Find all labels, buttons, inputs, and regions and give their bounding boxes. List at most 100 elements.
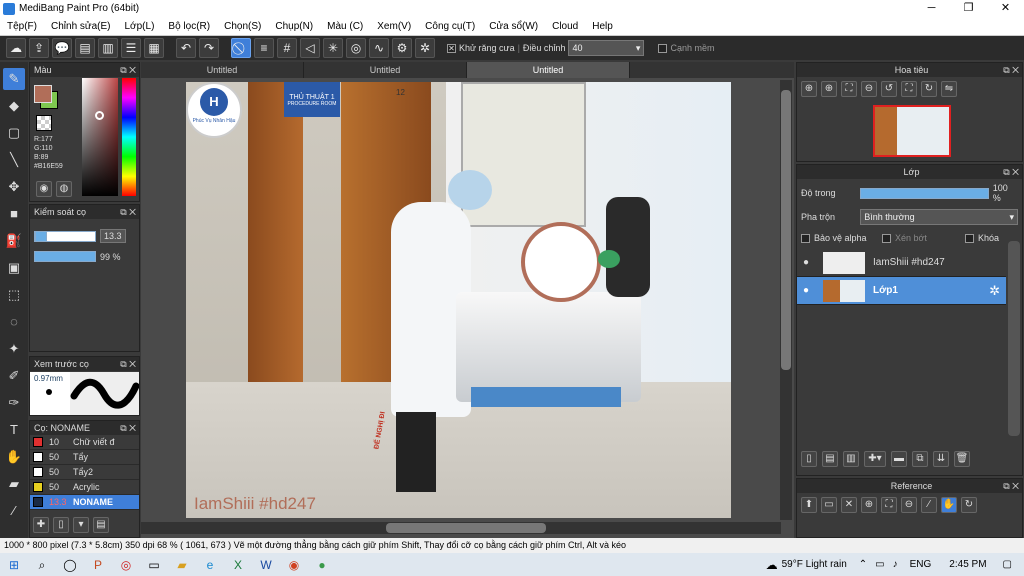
monitor-icon[interactable]: ▭ [143,556,165,574]
menu-edit[interactable]: Chỉnh sửa(E) [44,21,118,32]
panel-close-icon[interactable]: ⧉ ✕ [1003,165,1019,179]
excel-icon[interactable]: X [227,556,249,574]
close-button[interactable]: ✕ [987,0,1024,17]
medibang-icon[interactable]: ● [311,556,333,574]
menu-window[interactable]: Cửa sổ(W) [482,21,545,32]
move-tool-icon[interactable]: ✥ [3,176,25,198]
powerpoint-icon[interactable]: P [87,556,109,574]
rotate-icon[interactable]: ↻ [961,497,977,513]
fill-rect-tool-icon[interactable]: ■ [3,203,25,225]
eyedropper-icon[interactable]: ⁄ [921,497,937,513]
page-icon[interactable]: ▥ [98,38,118,58]
menu-select[interactable]: Chọn(S) [217,21,268,32]
reset-rotate-icon[interactable]: ⛶ [901,81,917,97]
tab-untitled-2[interactable]: Untitled [304,62,467,78]
eraser-tool-icon[interactable]: ◆ [3,95,25,117]
visibility-icon[interactable]: ● [797,285,815,296]
menu-cloud[interactable]: Cloud [545,21,585,32]
word-icon[interactable]: W [255,556,277,574]
horizontal-scroll-thumb[interactable] [386,523,546,533]
rotate-left-icon[interactable]: ↺ [881,81,897,97]
upload-icon[interactable]: ⇪ [29,38,49,58]
panel-close-icon[interactable]: ⧉ ✕ [1003,63,1019,77]
lock-checkbox[interactable] [965,233,974,243]
eyedropper-icon[interactable]: ⁄ [3,500,25,522]
tab-untitled-3[interactable]: Untitled [467,62,630,78]
radial-snap-icon[interactable]: ◁ [300,38,320,58]
explorer-icon[interactable]: ▰ [171,556,193,574]
weather-text[interactable]: 59°F Light rain [782,559,847,570]
cloud-icon[interactable]: ☁ [6,38,26,58]
add-layer-menu-icon[interactable]: ✚▾ [864,451,886,467]
brush-size-slider[interactable] [34,230,96,242]
fit-icon[interactable]: ⛶ [841,81,857,97]
menu-capture[interactable]: Chụp(N) [268,21,320,32]
menu-color[interactable]: Màu (C) [320,21,370,32]
menu-layer[interactable]: Lớp(L) [118,21,162,32]
clipping-checkbox[interactable] [882,233,891,243]
brush-tool-icon[interactable]: ✎ [3,68,25,90]
copy-layer-icon[interactable]: ▥ [843,451,859,467]
settings-icon[interactable]: ⚙ [392,38,412,58]
new-layer-icon[interactable]: ▯ [801,451,817,467]
vertical-scrollbar[interactable] [780,80,792,520]
panel-close-icon[interactable]: ⧉ ✕ [120,421,136,435]
new-layer-alt-icon[interactable]: ▤ [822,451,838,467]
adjust-select[interactable]: 40 [568,40,645,56]
hue-slider[interactable] [122,78,136,196]
speaker-icon[interactable]: ♪ [893,559,898,570]
rectangle-tool-icon[interactable]: ▢ [3,122,25,144]
upload-reference-icon[interactable]: ⬆ [801,497,817,513]
layer-scrollbar[interactable] [1008,241,1020,436]
panel-close-icon[interactable]: ⧉ ✕ [120,63,136,77]
burst-snap-icon[interactable]: ✳ [323,38,343,58]
palette-icon[interactable]: ◉ [36,181,52,197]
grid-icon[interactable]: ▦ [144,38,164,58]
saturation-value-picker[interactable] [82,78,118,196]
navigator-thumbnail[interactable] [873,105,951,157]
canvas-image[interactable]: THỦ THUẬT 1 PROCEDURE ROOM 12 Phúc Vụ Nh… [186,82,731,518]
no-snap-icon[interactable]: ⃠ [231,38,251,58]
rotate-right-icon[interactable]: ↻ [921,81,937,97]
gradient-tool-icon[interactable]: ▣ [3,257,25,279]
text-tool-icon[interactable]: T [3,419,25,441]
transparent-swatch[interactable] [36,115,52,131]
blend-mode-select[interactable]: Bình thường [860,209,1018,225]
layer-settings-icon[interactable]: ✲ [989,283,1000,299]
grid-snap-icon[interactable]: # [277,38,297,58]
gear-icon[interactable]: ✲ [415,38,435,58]
brush-item[interactable]: 50 Tẩy [30,450,139,465]
menu-view[interactable]: Xem(V) [370,21,418,32]
undo-icon[interactable]: ↶ [176,38,196,58]
protect-alpha-checkbox[interactable] [801,233,810,243]
blur-tool-icon[interactable]: ▰ [3,473,25,495]
layer-row[interactable]: ● IamShiii #hd247 [797,249,1006,277]
menu-filter[interactable]: Bộ lọc(R) [161,21,217,32]
layer-opacity-slider[interactable] [860,187,989,199]
panel-close-icon[interactable]: ⧉ ✕ [120,205,136,219]
merge-icon[interactable]: ⇊ [933,451,949,467]
zoom-in-icon[interactable]: ⊕ [801,81,817,97]
zoom-in-alt-icon[interactable]: ⊕ [821,81,837,97]
duplicate-icon[interactable]: ⧉ [912,451,928,467]
visibility-icon[interactable]: ● [797,257,815,268]
maximize-button[interactable]: ❐ [950,0,987,17]
network-icon[interactable]: ▭ [875,559,884,570]
brush-opacity-slider[interactable] [34,251,96,262]
edge-icon[interactable]: e [199,556,221,574]
zoom-out-icon[interactable]: ⊖ [861,81,877,97]
brush-item[interactable]: 50 Acrylic [30,480,139,495]
parallel-snap-icon[interactable]: ≡ [254,38,274,58]
antialias-checkbox[interactable]: ✕ [447,43,456,53]
hand-tool-icon[interactable]: ✋ [3,446,25,468]
circle-snap-icon[interactable]: ◎ [346,38,366,58]
windows-start-icon[interactable]: ⊞ [3,556,25,574]
task-view-icon[interactable]: ◯ [59,556,81,574]
redo-icon[interactable]: ↷ [199,38,219,58]
clock[interactable]: 2:45 PM [949,559,986,570]
trash-icon[interactable]: 🗑 [954,451,970,467]
menu-file[interactable]: Tệp(F) [0,21,44,32]
panel-close-icon[interactable]: ⧉ ✕ [1003,479,1019,493]
foreground-color-swatch[interactable] [34,85,52,103]
brush-item-selected[interactable]: 13.3 NONAME [30,495,139,510]
